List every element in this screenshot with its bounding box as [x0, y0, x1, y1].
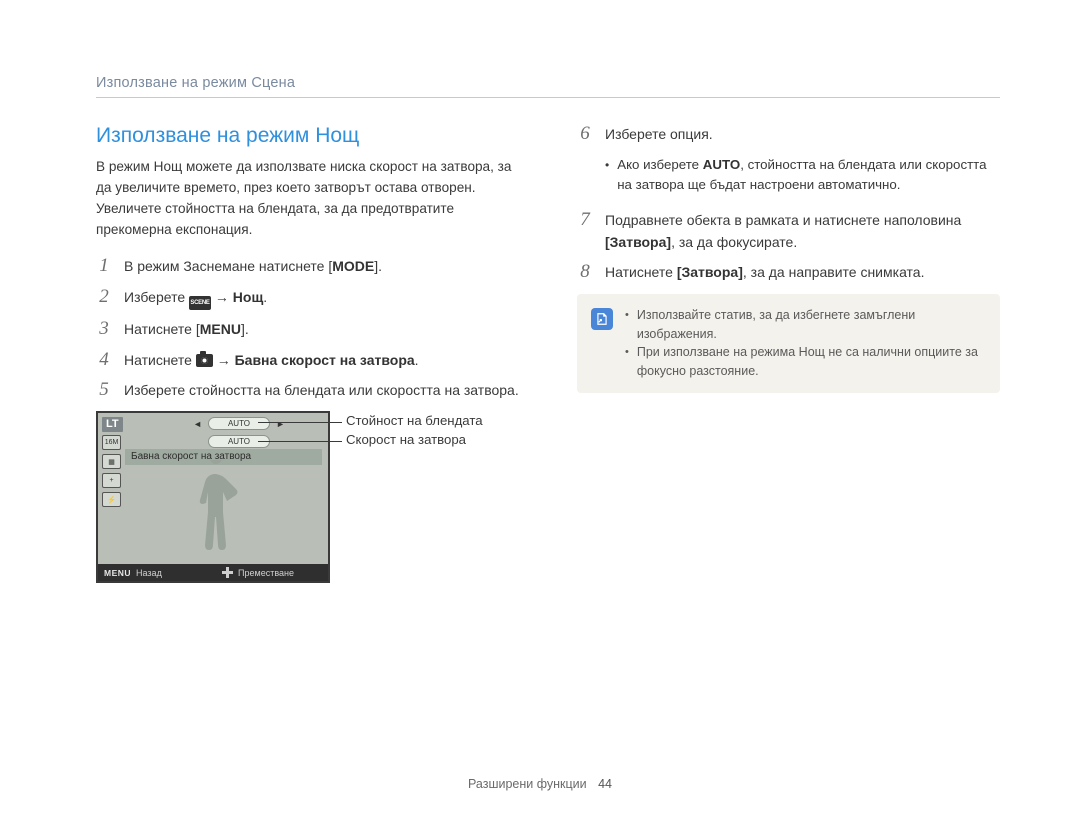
breadcrumb: Използване на режим Сцена — [96, 75, 1000, 98]
tip-2-text: При използване на режима Нощ не са налич… — [637, 343, 984, 381]
step-number: 1 — [96, 256, 112, 278]
preview-bottom-bar: MENU Назад Преместване — [98, 564, 328, 581]
step-6-sub-pre: Ако изберете — [617, 157, 703, 172]
step-2: 2 Изберете → Нощ. — [96, 287, 519, 310]
side-icon-grid: ▦ — [102, 454, 121, 469]
auto-label: AUTO — [703, 157, 740, 172]
aperture-pill: AUTO — [208, 417, 270, 430]
right-arrow-icon: ► — [276, 419, 285, 429]
footer-section: Разширени функции — [468, 777, 587, 791]
step-4-pre: Натиснете — [124, 352, 196, 368]
step-1-text: В режим Заснемане натиснете — [124, 258, 328, 274]
move-label: Преместване — [238, 568, 294, 578]
step-number: 7 — [577, 210, 593, 253]
step-2-target: Нощ — [233, 289, 263, 305]
step-number: 3 — [96, 319, 112, 341]
step-8-post: , за да направите снимката. — [743, 264, 925, 280]
side-icon-size: 16M — [102, 435, 121, 450]
lt-badge: LT — [102, 417, 123, 432]
tip-item: • Използвайте статив, за да избегнете за… — [625, 306, 984, 344]
step-6-substep: • Ако изберете AUTO, стойността на бленд… — [605, 155, 1000, 196]
mode-button-label: MODE — [332, 258, 374, 274]
shutter-key-label: [Затвора] — [605, 234, 671, 250]
left-arrow-icon: ◄ — [193, 419, 202, 429]
camera-icon — [196, 354, 213, 367]
arrow-icon: → — [215, 289, 229, 305]
bullet-icon: • — [605, 156, 609, 196]
footer-page-number: 44 — [598, 777, 612, 791]
note-icon — [591, 308, 613, 330]
step-3: 3 Натиснете [MENU]. — [96, 319, 519, 341]
step-4: 4 Натиснете → Бавна скорост на затвора. — [96, 350, 519, 372]
leader-line-shutter — [258, 441, 342, 442]
step-number: 5 — [96, 380, 112, 402]
step-number: 4 — [96, 350, 112, 372]
side-icon-plus: + — [102, 473, 121, 488]
step-number: 8 — [577, 262, 593, 284]
arrow-icon: → — [217, 352, 231, 368]
step-7-pre: Подравнете обекта в рамката и натиснете … — [605, 212, 961, 228]
menu-button-label: MENU — [200, 321, 241, 337]
step-6: 6 Изберете опция. — [577, 124, 1000, 146]
tip-box: • Използвайте статив, за да избегнете за… — [577, 294, 1000, 393]
scene-icon — [189, 296, 211, 310]
step-5-text: Изберете стойността на блендата или скор… — [124, 380, 519, 402]
step-number: 2 — [96, 287, 112, 310]
callout-shutter: Скорост на затвора — [346, 432, 466, 447]
menu-icon-label: MENU — [104, 568, 131, 578]
step-7-mid: , за да фокусирате. — [671, 234, 797, 250]
step-3-pre: Натиснете — [124, 321, 196, 337]
tip-1-text: Използвайте статив, за да избегнете замъ… — [637, 306, 984, 344]
step-6-text: Изберете опция. — [605, 124, 713, 146]
person-silhouette — [194, 460, 238, 563]
section-title: Използване на режим Нощ — [96, 124, 519, 148]
step-8: 8 Натиснете [Затвора], за да направите с… — [577, 262, 1000, 284]
side-icon-flash: ⚡ — [102, 492, 121, 507]
back-label: Назад — [136, 568, 162, 578]
step-7: 7 Подравнете обекта в рамката и натиснет… — [577, 210, 1000, 253]
step-2-pre: Изберете — [124, 289, 189, 305]
left-steps-list: 1 В режим Заснемане натиснете [MODE]. 2 … — [96, 256, 519, 402]
step-8-pre: Натиснете — [605, 264, 677, 280]
nav-cross-icon — [222, 567, 233, 578]
camera-preview: LT ◄ AUTO ► AUTO 16M ▦ — [96, 411, 330, 583]
step-number: 6 — [577, 124, 593, 146]
step-5: 5 Изберете стойността на блендата или ск… — [96, 380, 519, 402]
callout-aperture: Стойност на блендата — [346, 413, 483, 428]
left-column: Използване на режим Нощ В режим Нощ може… — [96, 124, 519, 583]
page-footer: Разширени функции 44 — [0, 777, 1080, 791]
bullet-icon: • — [625, 344, 629, 381]
right-steps-list: 6 Изберете опция. — [577, 124, 1000, 146]
side-icon-column: 16M ▦ + ⚡ — [102, 435, 121, 507]
right-column: 6 Изберете опция. • Ако изберете AUTO, с… — [577, 124, 1000, 583]
tip-item: • При използване на режима Нощ не са нал… — [625, 343, 984, 381]
section-intro: В режим Нощ можете да използвате ниска с… — [96, 156, 519, 240]
leader-line-aperture — [258, 422, 342, 423]
step-4-post: . — [415, 352, 419, 368]
step-4-target: Бавна скорост на затвора — [235, 352, 415, 368]
step-3-post: . — [245, 321, 249, 337]
shutter-key-label: [Затвора] — [677, 264, 743, 280]
step-1: 1 В режим Заснемане натиснете [MODE]. — [96, 256, 519, 278]
bullet-icon: • — [625, 307, 629, 344]
step-1-post: . — [378, 258, 382, 274]
step-2-post: . — [263, 289, 267, 305]
